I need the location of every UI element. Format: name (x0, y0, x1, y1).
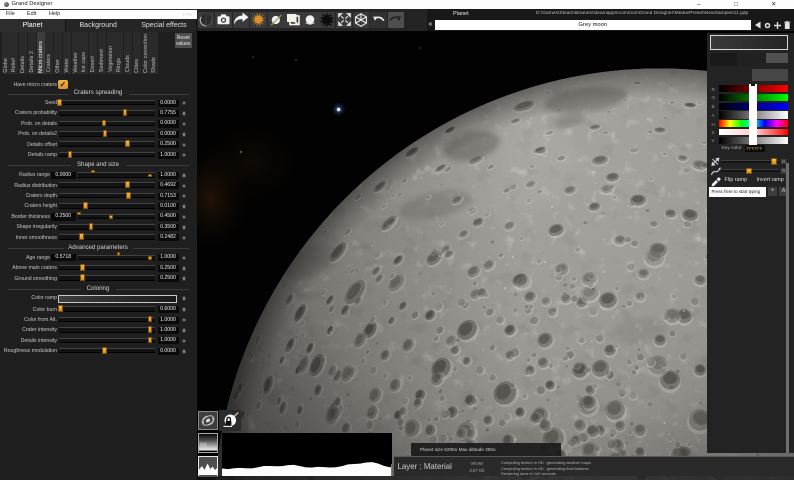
svg-text:98: 98 (200, 442, 207, 449)
